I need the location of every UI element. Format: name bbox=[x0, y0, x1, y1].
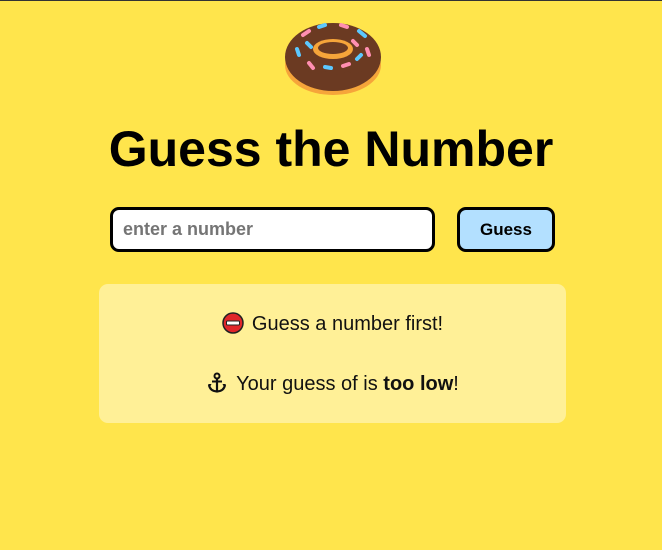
feedback-message-first: Guess a number first! bbox=[99, 311, 566, 336]
feedback-first-text: Guess a number first! bbox=[251, 313, 444, 335]
feedback-second-suffix: ! bbox=[453, 373, 459, 395]
feedback-panel: Guess a number first! Your guess of is t… bbox=[99, 284, 566, 423]
no-entry-icon bbox=[222, 311, 244, 334]
page-title: Guess the Number bbox=[108, 121, 554, 177]
feedback-message-second: Your guess of is too low! bbox=[99, 372, 566, 396]
feedback-second-emphasis: too low bbox=[383, 373, 454, 395]
number-input[interactable] bbox=[110, 207, 435, 252]
donut-icon bbox=[285, 23, 381, 95]
feedback-second-prefix: Your guess of is bbox=[236, 373, 384, 395]
guess-button[interactable]: Guess bbox=[457, 207, 555, 252]
anchor-icon bbox=[208, 372, 227, 393]
